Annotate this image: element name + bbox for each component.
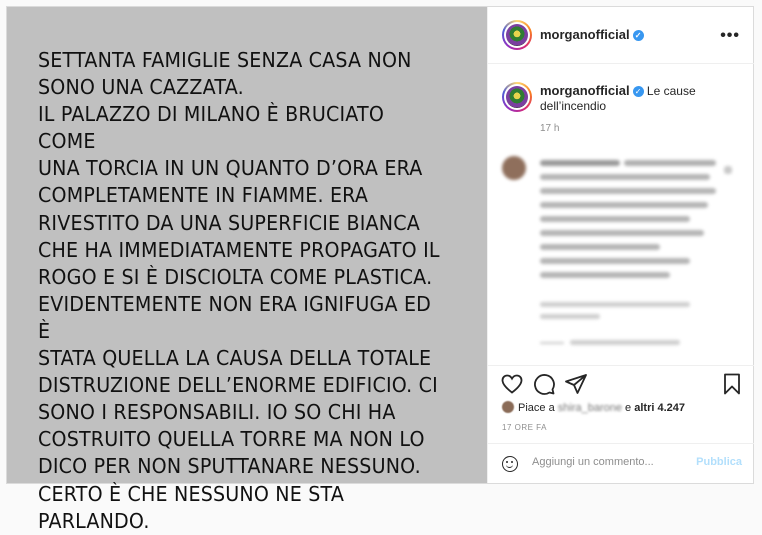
commenter-avatar [502,156,526,180]
comment-icon[interactable] [532,372,556,396]
heart-icon[interactable] [500,372,524,396]
post-frame: SETTANTA FAMIGLIE SENZA CASA NON SONO UN… [6,6,754,533]
caption-time[interactable]: 17 h [540,123,559,134]
header-username[interactable]: morganofficial ✓ [540,27,644,42]
post-image[interactable]: SETTANTA FAMIGLIE SENZA CASA NON SONO UN… [7,7,487,533]
verified-badge-icon: ✓ [632,30,644,41]
liker-avatar [502,401,514,413]
caption-avatar[interactable] [502,82,532,112]
more-options-icon[interactable]: ••• [720,27,740,45]
post-date[interactable]: 17 ORE FA [502,423,547,432]
comment-box: Aggiungi un commento... Pubblica [488,443,754,484]
emoji-icon[interactable] [502,456,518,472]
caption: morganofficial ✓ Le cause dell’incendio [540,83,740,114]
share-icon[interactable] [564,372,588,396]
comment-input[interactable]: Aggiungi un commento... [532,456,682,468]
likes-summary: Piace a shira_barone e altri 4.247 [502,401,685,414]
blurred-comment [498,152,744,352]
action-bar [488,365,754,406]
liker-username[interactable]: shira_barone [558,402,622,414]
bookmark-icon[interactable] [720,372,744,396]
caption-username[interactable]: morganofficial [540,83,630,98]
post-header: morganofficial ✓ ••• [488,7,754,64]
likes-others[interactable]: altri 4.247 [634,402,685,414]
avatar[interactable] [502,20,532,50]
publish-button[interactable]: Pubblica [696,456,742,468]
post-image-text: SETTANTA FAMIGLIE SENZA CASA NON SONO UN… [38,48,440,533]
verified-badge-icon: ✓ [632,86,644,97]
post-sidebar: morganofficial ✓ ••• morganofficial ✓ Le c… [487,7,754,483]
